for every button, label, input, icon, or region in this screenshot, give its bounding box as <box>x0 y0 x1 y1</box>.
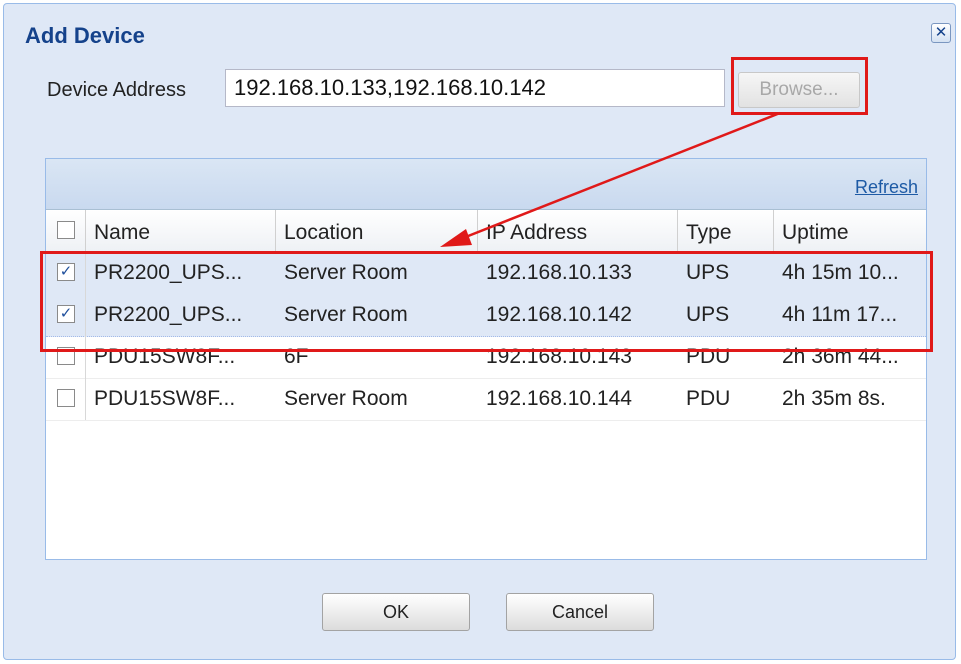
refresh-link[interactable]: Refresh <box>855 177 918 198</box>
table-row[interactable]: PDU15SW8F... Server Room 192.168.10.144 PDU… <box>46 378 926 421</box>
cancel-button[interactable]: Cancel <box>506 593 654 631</box>
cell-ip-address: 192.168.10.144 <box>486 387 632 410</box>
selected-rows-highlight-box <box>40 251 933 352</box>
column-header-uptime[interactable]: Uptime <box>774 210 926 251</box>
cell-type: PDU <box>686 387 731 410</box>
column-header-name[interactable]: Name <box>86 210 276 251</box>
ok-button[interactable]: OK <box>322 593 470 631</box>
column-header-location[interactable]: Location <box>276 210 478 251</box>
select-all-header <box>46 210 86 251</box>
grid-toolbar: Refresh <box>46 159 926 210</box>
cell-uptime: 2h 35m 8s. <box>782 387 886 410</box>
dialog-title: Add Device <box>25 23 145 48</box>
grid-header: Name Location IP Address Type Uptime <box>46 210 926 252</box>
column-header-type[interactable]: Type <box>678 210 774 251</box>
device-address-label: Device Address <box>47 79 186 101</box>
cell-name: PDU15SW8F... <box>94 387 236 410</box>
device-grid: Refresh Name Location IP Address Type Up… <box>45 158 927 560</box>
close-icon[interactable]: ✕ <box>931 23 951 43</box>
browse-highlight-box <box>731 57 868 115</box>
device-address-input[interactable] <box>225 69 725 107</box>
row-checkbox[interactable] <box>57 389 75 407</box>
select-all-checkbox[interactable] <box>57 221 75 239</box>
cell-location: Server Room <box>284 387 408 410</box>
column-header-ip-address[interactable]: IP Address <box>478 210 678 251</box>
row-checkbox-cell <box>46 378 86 420</box>
